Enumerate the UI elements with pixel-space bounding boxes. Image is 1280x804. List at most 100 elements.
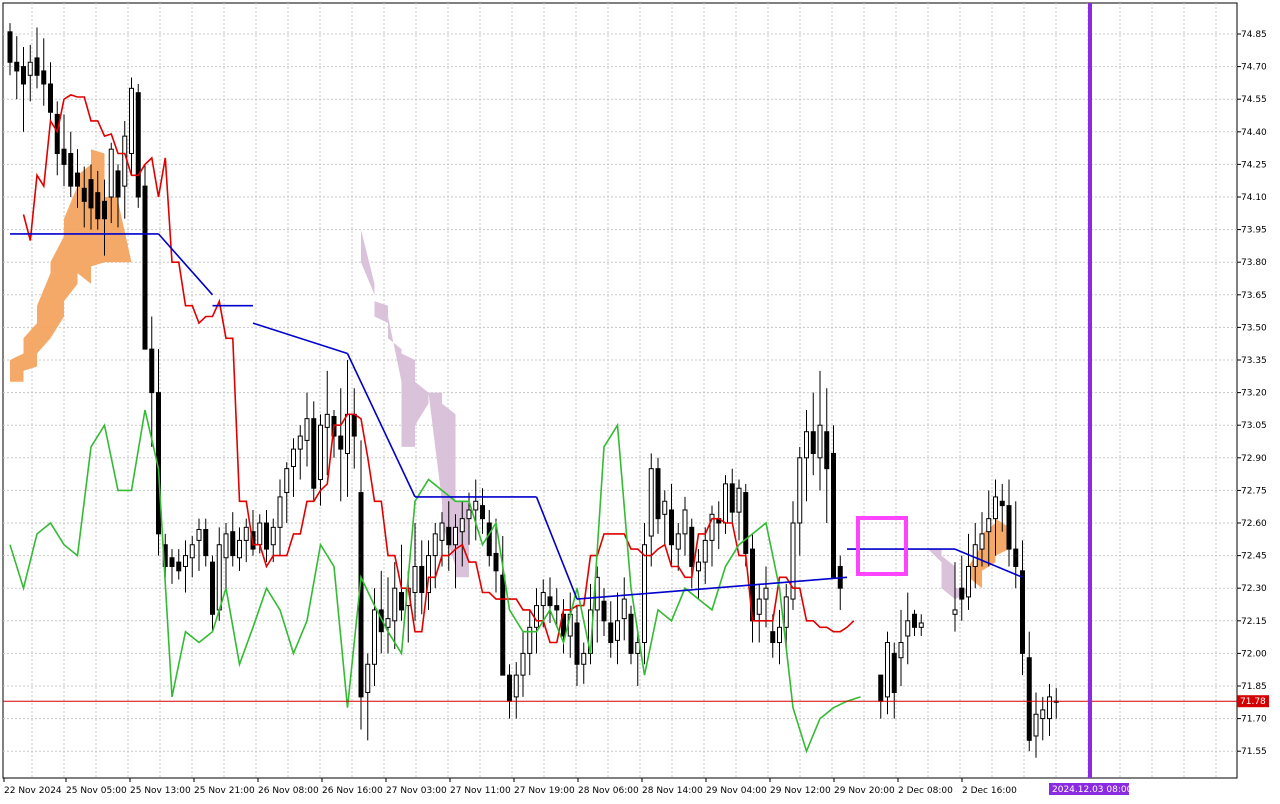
indicator-lines [9, 94, 1023, 754]
candle-bull [243, 526, 249, 541]
y-tick-label: 73.80 [1241, 258, 1267, 268]
candle-bull [621, 598, 627, 620]
candle-bull [257, 522, 263, 546]
candle-bull [412, 565, 418, 594]
highlight-box [856, 516, 908, 576]
y-tick-label: 74.40 [1241, 128, 1267, 138]
x-tick-label: 22 Nov 2024 [4, 786, 62, 796]
plot-frame [2, 2, 1238, 779]
candle-bear [878, 674, 884, 702]
candle-bull [432, 533, 438, 557]
candle-bull [952, 609, 958, 615]
x-tick-label: 29 Nov 20:00 [834, 786, 895, 796]
kijun-sen-segment [157, 233, 214, 296]
candle-bear [88, 179, 94, 209]
candle-bull [702, 539, 708, 563]
candle-bear [493, 552, 499, 572]
y-tick-label: 73.65 [1241, 291, 1267, 301]
price-axis[interactable]: 74.85 74.70 74.55 74.40 74.25 74.10 73.95 73.80… [1237, 30, 1267, 757]
candle-bull [196, 529, 202, 541]
candle-bear [81, 187, 87, 202]
candle-bull [189, 544, 195, 559]
candle-bull [763, 587, 769, 600]
candle-bull [473, 500, 479, 511]
candle-bear [608, 622, 614, 644]
candle-bear [264, 522, 269, 550]
candle-bear [669, 509, 674, 546]
candle-bear [824, 431, 830, 470]
y-tick-label: 73.95 [1241, 226, 1267, 236]
candle-bear [912, 613, 917, 628]
y-tick-label: 73.50 [1241, 323, 1267, 333]
candle-bull [108, 148, 114, 198]
candle-bull [777, 626, 782, 644]
candle-bear [689, 526, 695, 567]
candle-bull [513, 674, 519, 698]
chart-canvas[interactable]: 71.782024.12.03 08:00 74.8574.7074.5574.… [0, 0, 1280, 800]
x-tick-label: 2 Dec 08:00 [898, 786, 953, 796]
y-tick-label: 74.70 [1241, 63, 1267, 73]
x-tick-label: 29 Nov 12:00 [770, 786, 831, 796]
y-tick-label: 73.35 [1241, 356, 1267, 366]
y-tick-label: 72.45 [1241, 552, 1267, 562]
candle-bear [500, 574, 506, 676]
ichimoku-chart[interactable]: 71.78 2024.12.03 08:00 74.85 74.70 74.55 74.… [0, 0, 1280, 800]
candle-bull [783, 596, 789, 628]
grid [2, 2, 1238, 779]
x-tick-label: 28 Nov 06:00 [578, 786, 639, 796]
x-tick-label: 25 Nov 13:00 [130, 786, 191, 796]
candle-bull [736, 487, 742, 513]
candle-bear [891, 652, 897, 694]
y-tick-label: 71.70 [1241, 715, 1267, 725]
y-tick-label: 73.20 [1241, 389, 1267, 399]
candle-bear [1013, 548, 1019, 567]
current-price-label: 71.78 [1240, 697, 1266, 707]
candle-bull [696, 561, 701, 572]
y-tick-label: 72.90 [1241, 454, 1267, 464]
candle-bull [979, 533, 985, 550]
candle-bull [648, 468, 654, 537]
candle-bull [304, 418, 310, 441]
candle-bull [972, 544, 978, 567]
candle-bear [311, 418, 317, 489]
candle-bull [318, 424, 323, 481]
candle-bull [1047, 696, 1052, 720]
candle-bear [351, 413, 357, 437]
candle-bear [810, 431, 816, 454]
x-tick-label: 26 Nov 16:00 [322, 786, 383, 796]
candle-bear [480, 505, 485, 520]
candle-bear [547, 596, 553, 607]
candle-bull [459, 518, 465, 533]
time-marker-label: 2024.12.03 08:00 [1052, 785, 1133, 795]
candle-bull [682, 509, 688, 535]
candle-bear [446, 526, 452, 546]
candle-bull [372, 609, 377, 665]
candle-bear [419, 565, 425, 594]
candle-bear [655, 468, 661, 520]
y-tick-label: 74.10 [1241, 193, 1267, 203]
candle-bull [1040, 709, 1046, 720]
candle-bear [959, 587, 965, 600]
y-tick-label: 71.85 [1241, 682, 1267, 692]
candle-bear [95, 192, 101, 220]
candle-bull [817, 424, 823, 459]
candle-bear [230, 531, 236, 557]
candle-bear [1020, 570, 1025, 654]
candle-bull [675, 533, 681, 550]
x-tick-label: 2 Dec 16:00 [962, 786, 1017, 796]
candle-bull [129, 87, 134, 155]
candle-bull [885, 642, 890, 698]
candle-bear [41, 70, 47, 85]
candle-bull [216, 544, 222, 611]
candle-bear [338, 435, 344, 450]
candle-bull [993, 496, 998, 520]
time-axis[interactable]: 22 Nov 2024 25 Nov 05:00 25 Nov 13:00 25 No… [3, 778, 1017, 796]
candle-bear [999, 500, 1005, 507]
candle-bull [439, 522, 445, 541]
candle-bull [291, 448, 296, 467]
candle-bear [75, 172, 80, 187]
candle-bull [905, 620, 911, 637]
candle-bear [554, 605, 560, 611]
y-tick-label: 72.75 [1241, 486, 1267, 496]
candle-bear [729, 483, 735, 513]
